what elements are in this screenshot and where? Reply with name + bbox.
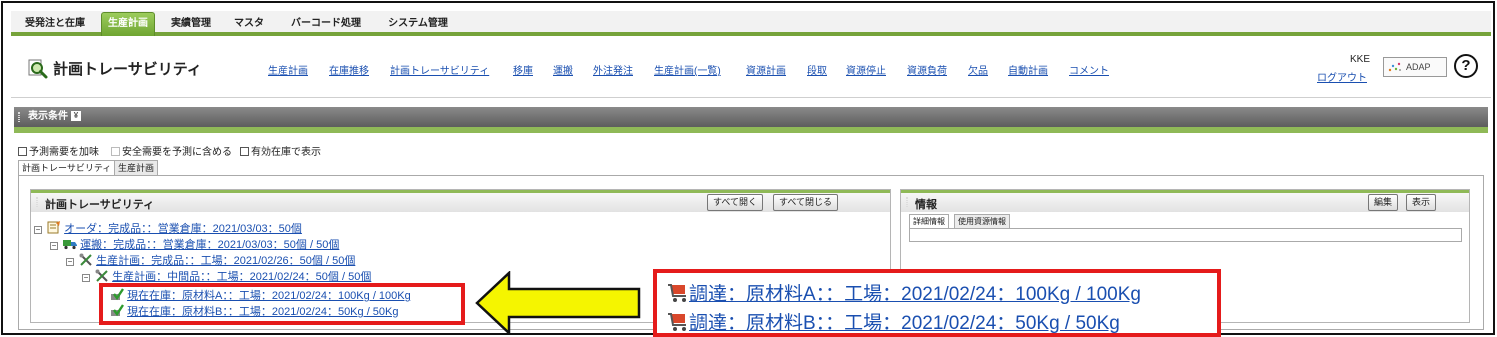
grip-icon [36, 197, 38, 207]
screen-frame: 受発注と在庫 生産計画 実績管理 マスタ バーコード処理 システム管理 計画トレ… [1, 1, 1495, 337]
arrow-left-icon [475, 271, 641, 335]
nav-results-management[interactable]: 実績管理 [165, 11, 217, 36]
link-inventory-trend[interactable]: 在庫推移 [329, 62, 369, 77]
edit-button[interactable]: 編集 [1368, 194, 1399, 211]
link-transfer[interactable]: 移庫 [513, 62, 533, 77]
link-production-plan-list[interactable]: 生産計画(一覧) [654, 62, 721, 77]
adap-logo: ADAP [1383, 57, 1447, 77]
nav-master[interactable]: マスタ [229, 11, 269, 36]
collapse-all-button[interactable]: すべて閉じる [773, 194, 839, 211]
grip-icon [18, 112, 20, 122]
link-production-plan[interactable]: 生産計画 [268, 62, 308, 77]
page-title: 計画トレーサビリティ [53, 61, 202, 78]
dots-icon [1388, 62, 1401, 72]
adap-logo-text: ADAP [1406, 62, 1431, 72]
nav-barcode[interactable]: バーコード処理 [285, 11, 367, 36]
info-panel-header: 情報 編集 表示 [901, 190, 1469, 212]
magnifier-icon [28, 59, 48, 79]
tree-collapse-icon[interactable]: − [82, 274, 90, 282]
order-icon [47, 221, 61, 234]
tree-node-plan-intermediate: − 生産計画：中間品：：工場：2021/02/24：50個 / 50個 [82, 268, 371, 284]
help-icon[interactable]: ? [1454, 54, 1478, 78]
link-shortage[interactable]: 欠品 [968, 62, 988, 77]
tab-detail-info[interactable]: 詳細情報 [909, 214, 949, 228]
tab-plan-traceability[interactable]: 計画トレーサビリティ [18, 160, 116, 176]
tree-link-transport[interactable]: 運搬：完成品：：営業倉庫：2021/03/03：50個 / 50個 [80, 239, 339, 251]
link-auto-plan[interactable]: 自動計画 [1008, 62, 1048, 77]
info-content-area [909, 228, 1462, 242]
forecast-demand-checkbox[interactable] [18, 147, 27, 156]
effective-stock-checkbox[interactable] [240, 147, 249, 156]
tree-link-order[interactable]: オーダ：完成品：：営業倉庫：2021/03/03：50個 [64, 223, 302, 235]
display-conditions-label: 表示条件 [28, 111, 68, 122]
highlight-box-tree [99, 283, 465, 325]
tools-icon [95, 269, 108, 282]
link-plan-traceability[interactable]: 計画トレーサビリティ [390, 62, 489, 77]
link-resource-plan[interactable]: 資源計画 [746, 62, 786, 77]
safety-demand-label: 安全需要を予測に含める [122, 147, 232, 158]
tree-node-transport: − 運搬：完成品：：営業倉庫：2021/03/03：50個 / 50個 [50, 236, 339, 252]
page-header: 計画トレーサビリティ 生産計画 在庫推移 計画トレーサビリティ 移庫 運搬 外注… [11, 40, 1491, 98]
callout-item-b[interactable]: 調達：原材料B：：工場：2021/02/24：50Kg / 50Kg [667, 308, 1120, 335]
link-comment[interactable]: コメント [1069, 62, 1109, 77]
display-conditions-bar[interactable]: 表示条件 ¥ [14, 107, 1488, 127]
tree-link-plan-finished[interactable]: 生産計画：完成品：：工場：2021/02/26：50個 / 50個 [96, 255, 355, 267]
collapse-toggle-icon[interactable]: ¥ [71, 111, 81, 122]
tree-collapse-icon[interactable]: − [34, 226, 42, 234]
nav-system-management[interactable]: システム管理 [383, 11, 453, 36]
option-effective-stock[interactable]: 有効在庫で表示 [240, 143, 321, 158]
forecast-demand-label: 予測需要を加味 [29, 147, 99, 158]
truck-icon [63, 240, 78, 250]
traceability-panel-header: 計画トレーサビリティ すべて開く すべて閉じる [31, 190, 890, 212]
logout-link[interactable]: ログアウト [1317, 69, 1367, 84]
callout-item-a-text[interactable]: 調達：原材料A：：工場：2021/02/24：100Kg / 100Kg [689, 284, 1141, 305]
safety-demand-checkbox [111, 147, 120, 156]
tree-node-plan-finished: − 生産計画：完成品：：工場：2021/02/26：50個 / 50個 [66, 252, 355, 268]
cart-icon [668, 313, 686, 331]
top-navigation: 受発注と在庫 生産計画 実績管理 マスタ バーコード処理 システム管理 [11, 11, 1491, 36]
tree-collapse-icon[interactable]: − [66, 258, 74, 266]
nav-orders-inventory[interactable]: 受発注と在庫 [15, 11, 95, 36]
grip-icon [906, 197, 908, 207]
callout-item-a[interactable]: 調達：原材料A：：工場：2021/02/24：100Kg / 100Kg [667, 279, 1141, 306]
tab-resource-info[interactable]: 使用資源情報 [954, 214, 1010, 228]
expand-all-button[interactable]: すべて開く [707, 194, 764, 211]
tools-icon [79, 253, 92, 266]
option-forecast-demand[interactable]: 予測需要を加味 [18, 143, 99, 158]
user-name: KKE [1350, 54, 1371, 65]
effective-stock-label: 有効在庫で表示 [251, 147, 321, 158]
traceability-panel-title: 計画トレーサビリティ [45, 199, 155, 211]
tree-link-plan-intermediate[interactable]: 生産計画：中間品：：工場：2021/02/24：50個 / 50個 [112, 271, 371, 283]
link-outsourcing[interactable]: 外注発注 [593, 62, 633, 77]
show-button[interactable]: 表示 [1406, 194, 1437, 211]
callout-zoom-box: 調達：原材料A：：工場：2021/02/24：100Kg / 100Kg 調達：… [653, 269, 1221, 337]
tree-collapse-icon[interactable]: − [50, 242, 58, 250]
info-panel-title: 情報 [915, 199, 937, 211]
link-transport[interactable]: 運搬 [553, 62, 573, 77]
option-safety-demand: 安全需要を予測に含める [111, 143, 232, 158]
link-resource-load[interactable]: 資源負荷 [907, 62, 947, 77]
tab-production-plan[interactable]: 生産計画 [114, 160, 159, 175]
tree-node-order: − オーダ：完成品：：営業倉庫：2021/03/03：50個 [34, 220, 302, 236]
link-resource-stop[interactable]: 資源停止 [846, 62, 886, 77]
callout-item-b-text[interactable]: 調達：原材料B：：工場：2021/02/24：50Kg / 50Kg [689, 313, 1120, 334]
conditions-separator [14, 127, 1488, 133]
nav-production-plan[interactable]: 生産計画 [101, 12, 155, 36]
link-setup[interactable]: 段取 [807, 62, 827, 77]
cart-icon [668, 284, 686, 302]
